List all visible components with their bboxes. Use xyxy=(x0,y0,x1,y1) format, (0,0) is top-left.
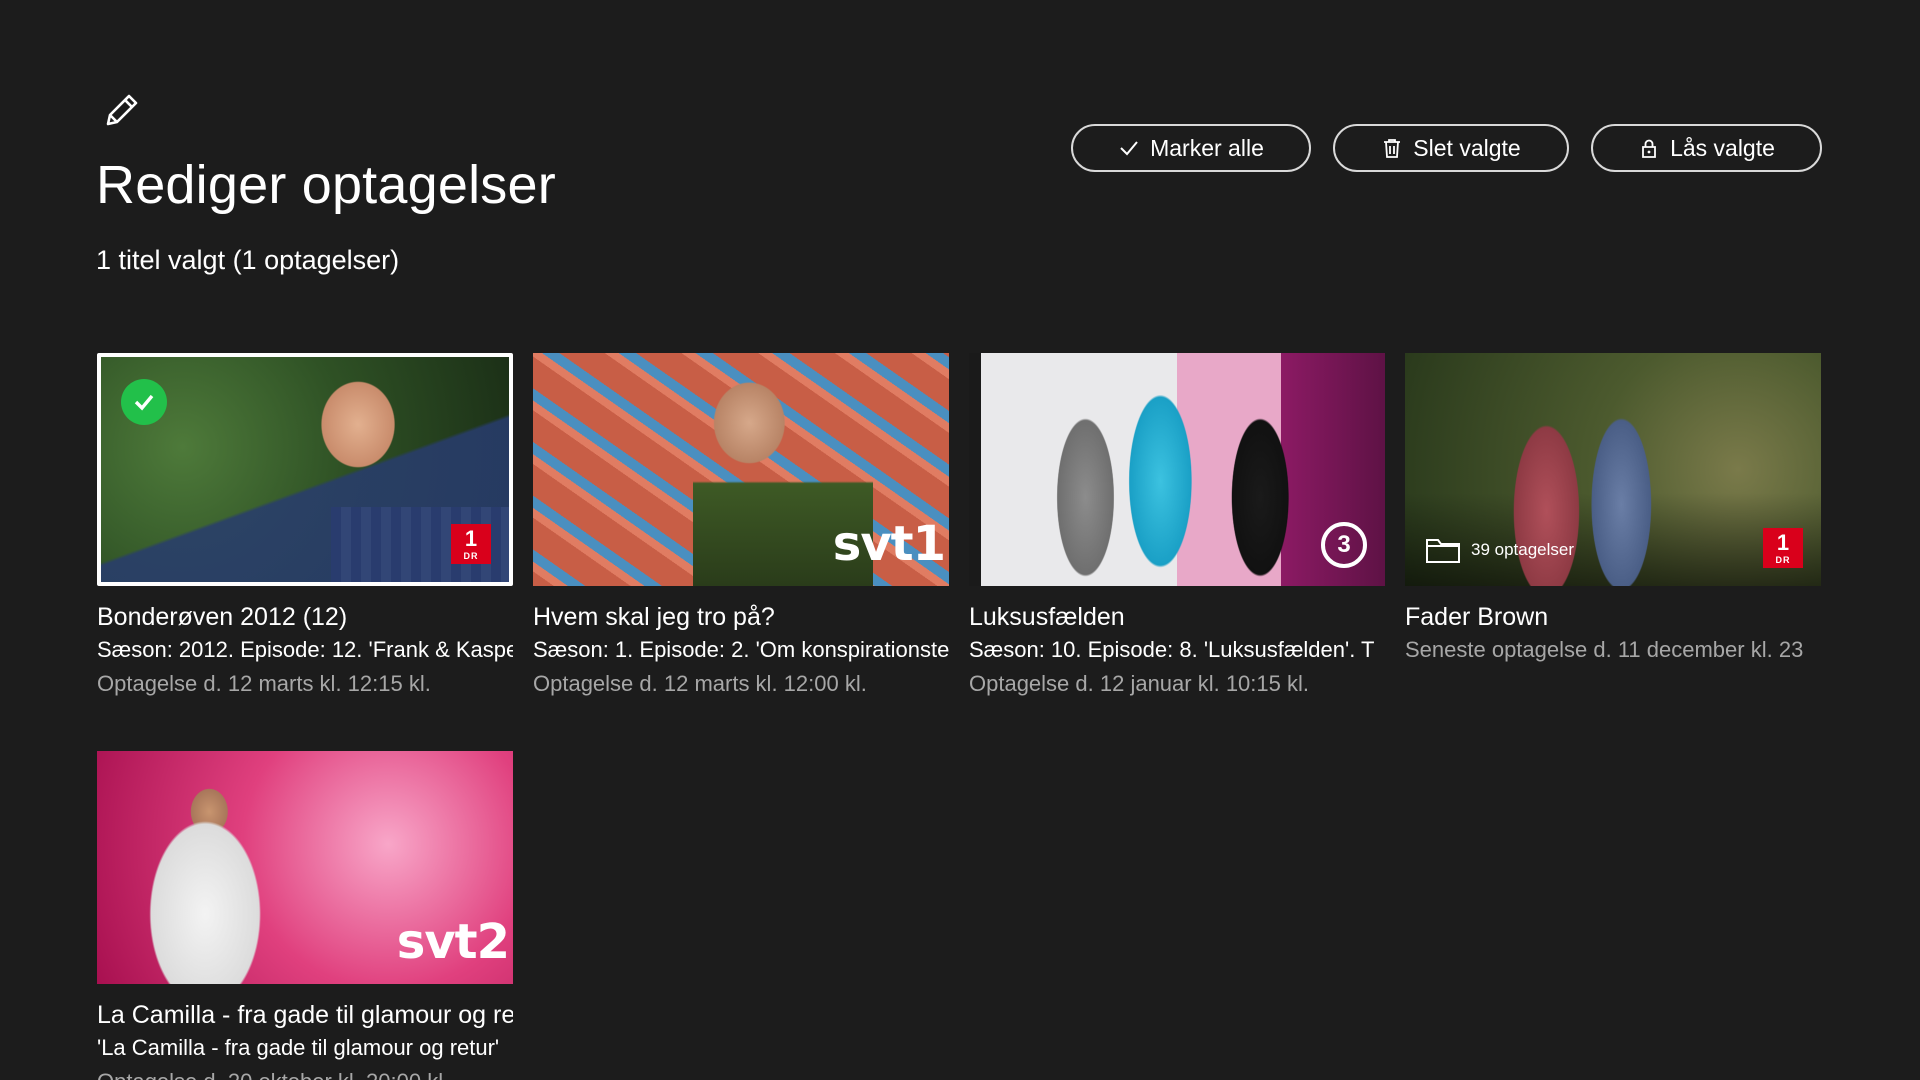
page-title: Rediger optagelser xyxy=(96,155,556,215)
recording-title: Hvem skal jeg tro på? xyxy=(533,603,775,631)
recording-card[interactable]: 3 Luksusfælden Sæson: 10. Episode: 8. 'L… xyxy=(969,353,1385,701)
recording-title: La Camilla - fra gade til glamour og ret… xyxy=(97,1001,513,1029)
action-bar: Marker alle Slet valgte Lås valgte xyxy=(1071,124,1822,172)
recording-episode: 'La Camilla - fra gade til glamour og re… xyxy=(97,1035,500,1060)
delete-selected-button[interactable]: Slet valgte xyxy=(1333,124,1569,172)
mark-all-button[interactable]: Marker alle xyxy=(1071,124,1311,172)
recording-thumbnail[interactable]: svt2 xyxy=(97,751,513,984)
recording-date: Optagelse d. 12 marts kl. 12:00 kl. xyxy=(533,671,867,696)
recording-episode: Sæson: 2012. Episode: 12. 'Frank & Kaspe… xyxy=(97,637,513,662)
folder-count: 39 optagelser xyxy=(1425,536,1574,564)
selection-summary: 1 titel valgt (1 optagelser) xyxy=(96,245,400,275)
delete-selected-label: Slet valgte xyxy=(1413,134,1521,161)
pencil-icon xyxy=(106,94,138,126)
recording-date: Optagelse d. 12 marts kl. 12:15 kl. xyxy=(97,671,431,696)
recording-card[interactable]: 1 DR Bonderøven 2012 (12) Sæson: 2012. E… xyxy=(97,353,513,701)
folder-icon xyxy=(1426,539,1460,563)
recording-folder-card[interactable]: 39 optagelser 1 DR Fader Brown Seneste o… xyxy=(1405,353,1821,667)
recording-date: Optagelse d. 20 oktober kl. 20:00 kl. xyxy=(97,1065,513,1080)
svt1-channel-logo: svt1 xyxy=(832,516,946,572)
lock-selected-label: Lås valgte xyxy=(1670,134,1775,161)
mark-all-label: Marker alle xyxy=(1150,134,1264,161)
trash-icon xyxy=(1384,139,1401,158)
selected-check-icon xyxy=(121,379,167,425)
checkmark-icon xyxy=(1120,141,1138,156)
lock-selected-button[interactable]: Lås valgte xyxy=(1591,124,1822,172)
recording-date: Optagelse d. 12 januar kl. 10:15 kl. xyxy=(969,671,1309,696)
recording-title: Bonderøven 2012 (12) xyxy=(97,603,348,631)
dr1-channel-logo: 1 DR xyxy=(451,524,491,564)
folder-count-label: 39 optagelser xyxy=(1471,540,1575,559)
recordings-edit-screen: Rediger optagelser 1 titel valgt (1 opta… xyxy=(0,0,1920,1080)
recording-title: Luksusfælden xyxy=(969,603,1125,631)
recording-card[interactable]: svt1 Hvem skal jeg tro på? Sæson: 1. Epi… xyxy=(533,353,949,701)
tv3-channel-logo: 3 xyxy=(1321,522,1367,568)
recording-title: Fader Brown xyxy=(1405,603,1549,631)
recording-thumbnail[interactable]: 1 DR xyxy=(97,353,513,586)
recording-thumbnail[interactable]: 3 xyxy=(969,353,1385,586)
recording-thumbnail[interactable]: svt1 xyxy=(533,353,949,586)
recording-episode: Sæson: 10. Episode: 8. 'Luksusfælden'. T xyxy=(969,637,1375,662)
lock-icon xyxy=(1642,139,1656,158)
dr1-channel-logo: 1 DR xyxy=(1763,528,1803,568)
recording-card[interactable]: svt2 La Camilla - fra gade til glamour o… xyxy=(97,751,513,1080)
svt2-channel-logo: svt2 xyxy=(396,914,510,970)
recording-thumbnail[interactable]: 39 optagelser 1 DR xyxy=(1405,353,1821,586)
recording-latest-date: Seneste optagelse d. 11 december kl. 23 xyxy=(1405,637,1804,662)
recording-episode: Sæson: 1. Episode: 2. 'Om konspirationst… xyxy=(533,637,949,662)
